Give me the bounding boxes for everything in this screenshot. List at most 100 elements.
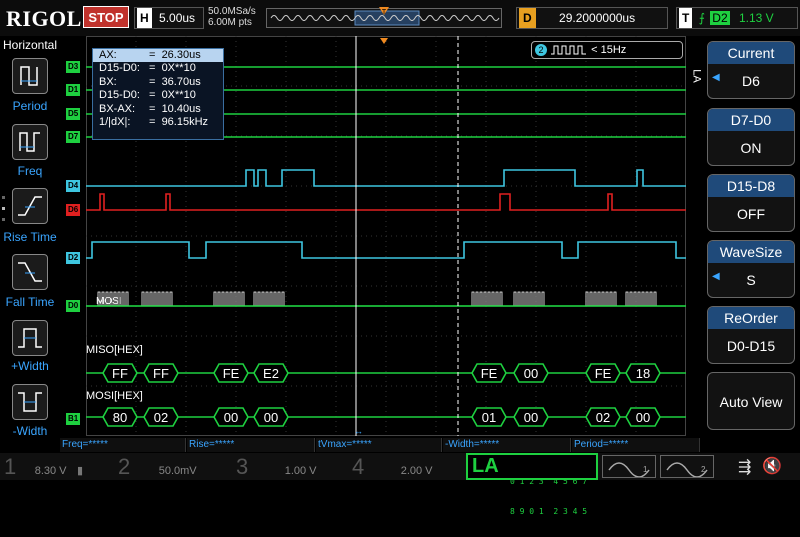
clock-burst — [513, 291, 545, 306]
freq-measure[interactable]: Freq=***** — [60, 438, 186, 452]
softkey-value: D0-D15 — [726, 338, 776, 354]
channel-label-D7[interactable]: D7 — [66, 131, 81, 143]
pulse-train-icon — [551, 45, 587, 55]
acquisition-info: 50.0MSa/s 6.00M pts — [208, 6, 256, 28]
ch4-status[interactable]: 4 2.00 V — [352, 453, 462, 480]
softkey-title: ReOrder — [708, 307, 794, 329]
cursor-a-bus-row: D15-D0: = 0X**10 — [99, 62, 196, 75]
rise-time-icon — [18, 196, 42, 216]
cursor-bx-row: BX: = 36.70us — [99, 75, 201, 88]
softkey-title: Current — [708, 42, 794, 64]
channel-label-D5[interactable]: D5 — [66, 108, 81, 120]
decode-value: 00 — [224, 410, 238, 425]
softkey-3[interactable]: D15-D8 OFF — [707, 174, 795, 232]
clock-burst — [585, 291, 617, 306]
cursor-b-bus-row: D15-D0: = 0X**10 — [99, 89, 196, 102]
positive-width-label: +Width — [11, 359, 49, 373]
counter-channel-badge: 2 — [535, 44, 547, 56]
delay-value: 29.2000000us — [559, 11, 636, 25]
decode-value: FF — [153, 366, 169, 381]
trigger-edge-icon: ⨍ — [698, 11, 705, 25]
la-menu-label: LA — [690, 69, 703, 83]
generator2-status[interactable]: 2 — [660, 455, 714, 478]
decode-value: 80 — [113, 410, 127, 425]
decode-value: FF — [112, 366, 128, 381]
miso-bus-label: MISO[HEX] — [86, 344, 143, 356]
decode-value: 02 — [596, 410, 610, 425]
run-stop-indicator[interactable]: STOP — [83, 6, 129, 28]
decode-value: FE — [595, 366, 612, 381]
neg-width-measure[interactable]: -Width=***** — [443, 438, 571, 452]
softkey-6[interactable]: Auto View — [707, 372, 795, 430]
frequency-label: Freq — [17, 164, 43, 178]
frequency-icon — [19, 132, 40, 152]
ch2-status[interactable]: 2 50.0mV — [118, 453, 228, 480]
arrow-left-icon: ◀ — [712, 271, 720, 282]
generator1-status[interactable]: 1 — [602, 455, 656, 478]
decode-value: E2 — [263, 366, 279, 381]
period-button[interactable] — [12, 58, 48, 94]
cursor-inverse-row: 1/|dX|: = 96.15kHz — [99, 116, 209, 129]
channel-label-D2[interactable]: D2 — [66, 252, 81, 264]
decode-value: 00 — [264, 410, 278, 425]
timebase-display[interactable]: H 5.00us — [134, 7, 204, 29]
clock-burst — [625, 291, 657, 306]
fall-time-label: Fall Time — [5, 295, 55, 309]
channel-label-D0[interactable]: D0 — [66, 300, 81, 312]
rise-time-label: Rise Time — [3, 230, 57, 244]
decode-value: 00 — [524, 366, 538, 381]
decode-value: FE — [223, 366, 240, 381]
softkey-value: Auto View — [719, 394, 783, 410]
frequency-counter[interactable]: 2 < 15Hz — [531, 41, 683, 59]
mosi-bus-label: MOSI[HEX] — [86, 390, 143, 402]
right-panel-gutter — [686, 36, 706, 438]
softkey-1[interactable]: Current D6 ◀ — [707, 41, 795, 99]
channel-label-D1[interactable]: D1 — [66, 84, 81, 96]
cursor-delta-row: BX-AX: = 10.40us — [99, 102, 201, 115]
ch3-status[interactable]: 3 1.00 V — [236, 453, 346, 480]
trigger-display[interactable]: T ⨍ D2 1.13 V — [676, 7, 798, 29]
negative-width-button[interactable] — [12, 384, 48, 420]
softkey-5[interactable]: ReOrder D0-D15 — [707, 306, 795, 364]
la-status[interactable]: LA 0 1 2 3 4 5 6 7 8 9 0 1 2 3 4 5 — [466, 453, 598, 516]
counter-value: < 15Hz — [591, 44, 627, 56]
softkey-value: ON — [740, 140, 762, 156]
fall-time-icon — [18, 262, 42, 282]
cursor-ax-row: AX: = 26.30us — [93, 49, 223, 63]
bus-marker[interactable]: B1 — [66, 413, 81, 425]
clock-burst — [253, 291, 285, 306]
delay-display[interactable]: D 29.2000000us — [516, 7, 668, 29]
softkey-2[interactable]: D7-D0 ON — [707, 108, 795, 166]
channel-label-D6[interactable]: D6 — [66, 204, 81, 216]
clock-burst — [213, 291, 245, 306]
period-measure[interactable]: Period=***** — [572, 438, 700, 452]
channel-label-D4[interactable]: D4 — [66, 180, 81, 192]
trigger-position-marker-icon: T — [379, 7, 389, 16]
timebase-value: 5.00us — [159, 11, 196, 25]
timebase-label: H — [137, 8, 152, 28]
decode-value: 01 — [482, 410, 496, 425]
rise-time-button[interactable] — [12, 188, 48, 224]
tvmax-measure[interactable]: tVmax=***** — [316, 438, 442, 452]
trace-D2 — [86, 241, 686, 259]
negative-width-icon — [18, 392, 42, 412]
softkey-title: D15-D8 — [708, 175, 794, 197]
speaker-mute-icon: 🔇 — [762, 458, 782, 475]
clock-burst — [471, 291, 503, 306]
trigger-source: D2 — [710, 11, 730, 25]
ch1-status[interactable]: 1 8.30 V ▮ — [4, 453, 114, 480]
left-panel-title: Horizontal — [2, 38, 58, 52]
la-bits-low: 0 1 2 3 4 5 6 7 — [510, 477, 588, 486]
softkey-title: D7-D0 — [708, 109, 794, 131]
rise-measure[interactable]: Rise=***** — [187, 438, 315, 452]
fall-time-button[interactable] — [12, 254, 48, 290]
decode-value: 00 — [524, 410, 538, 425]
softkey-4[interactable]: WaveSize S ◀ — [707, 240, 795, 298]
trace-D4 — [86, 169, 686, 187]
frequency-button[interactable] — [12, 124, 48, 160]
trigger-level: 1.13 V — [738, 11, 774, 25]
channel-label-D3[interactable]: D3 — [66, 61, 81, 73]
cursor-measurement-box: AX: = 26.30us D15-D0: = 0X**10 BX: = 36.70u… — [92, 48, 224, 140]
negative-width-label: -Width — [12, 424, 48, 438]
positive-width-button[interactable] — [12, 320, 48, 356]
